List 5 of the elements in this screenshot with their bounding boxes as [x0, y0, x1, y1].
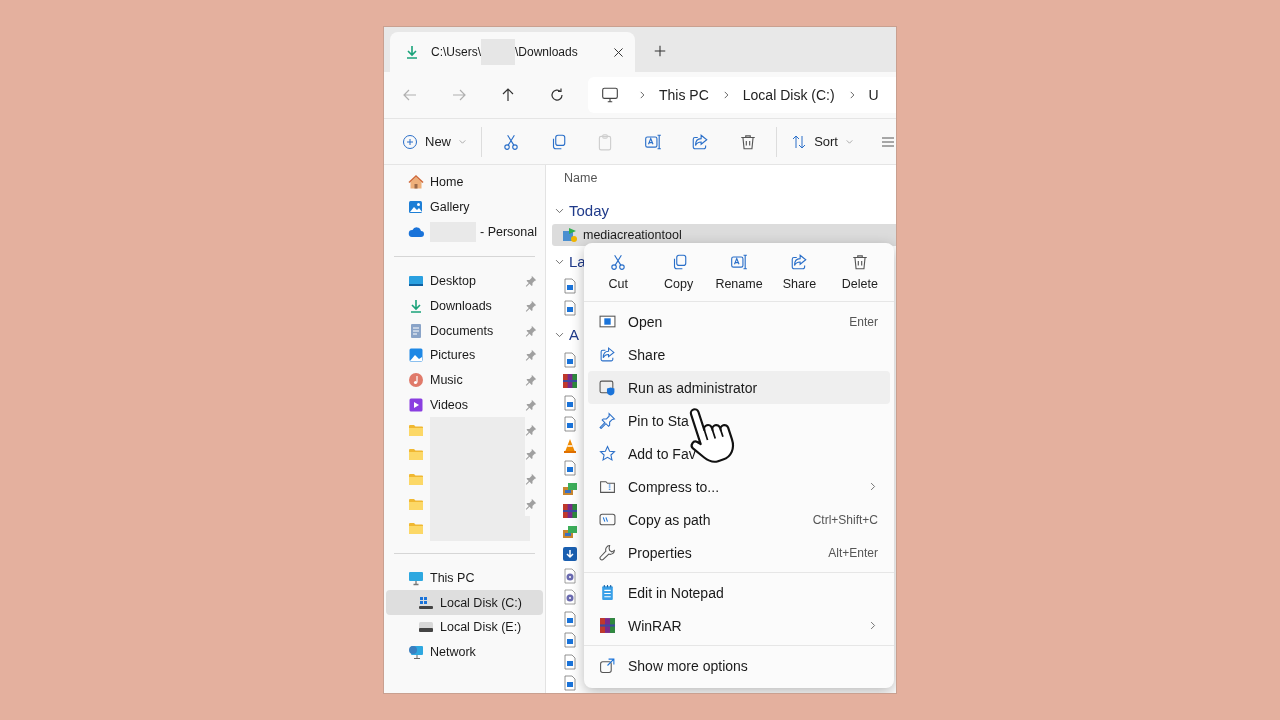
- tab-title: C:\Users\: [431, 45, 481, 59]
- shortcut-text: Alt+Enter: [828, 545, 878, 560]
- shortcut-text: Enter: [849, 314, 878, 329]
- shortcut-text: Ctrl+Shift+C: [812, 512, 878, 527]
- tab-title: \Downloads: [515, 45, 578, 59]
